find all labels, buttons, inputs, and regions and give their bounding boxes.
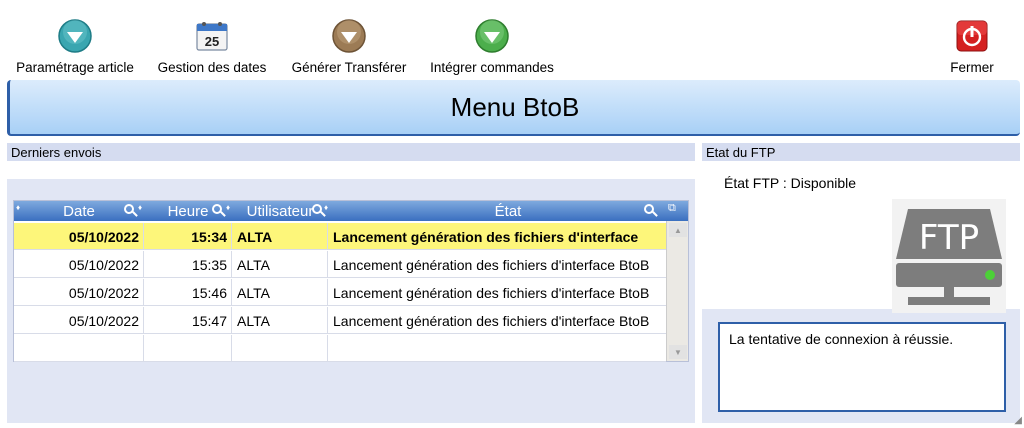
cell-heure: 15:47 bbox=[144, 307, 232, 334]
column-header-date[interactable]: ♦ Date ♦ bbox=[14, 201, 144, 221]
cell-date: 05/10/2022 bbox=[14, 223, 144, 250]
green-circle-chevron-icon bbox=[472, 16, 512, 56]
derniers-envois-panel: Derniers envois ♦ Date ♦ Heure ♦ Utilisa… bbox=[7, 143, 695, 423]
derniers-envois-title: Derniers envois bbox=[7, 143, 695, 161]
cell-utilisateur: ALTA bbox=[232, 307, 328, 334]
column-options-icon[interactable]: ⧉ bbox=[668, 202, 676, 215]
sort-icon[interactable]: ♦ bbox=[16, 203, 20, 212]
parametrage-article-button[interactable]: Paramétrage article bbox=[11, 16, 139, 75]
cell-etat: Lancement génération des fichiers d'inte… bbox=[333, 256, 650, 273]
generer-transferer-button[interactable]: Générer Transférer bbox=[288, 16, 410, 75]
page-title: Menu BtoB bbox=[450, 91, 580, 122]
integrer-commandes-button[interactable]: Intégrer commandes bbox=[426, 16, 558, 75]
cell-date: 05/10/2022 bbox=[14, 251, 144, 278]
gestion-des-dates-button[interactable]: 25 Gestion des dates bbox=[152, 16, 272, 75]
scroll-up-button[interactable]: ▲ bbox=[669, 223, 687, 237]
cell-utilisateur: ALTA bbox=[232, 279, 328, 306]
fermer-button[interactable]: Fermer bbox=[944, 16, 1000, 75]
fermer-label: Fermer bbox=[950, 60, 994, 75]
gestion-des-dates-label: Gestion des dates bbox=[157, 60, 267, 75]
column-header-heure[interactable]: Heure ♦ bbox=[144, 201, 232, 221]
calendar-icon: 25 bbox=[192, 16, 232, 56]
table-header: ♦ Date ♦ Heure ♦ Utilisateur ♦ État ⧉ bbox=[14, 201, 688, 221]
cell-etat: Lancement génération des fichiers d'inte… bbox=[333, 284, 650, 301]
table-row-empty[interactable] bbox=[14, 335, 666, 362]
table-row[interactable]: 05/10/2022 15:47 ALTA Lancement générati… bbox=[14, 307, 666, 334]
resize-grip-icon[interactable]: ◢ bbox=[1014, 415, 1022, 426]
cell-utilisateur: ALTA bbox=[232, 223, 328, 250]
generer-transferer-label: Générer Transférer bbox=[291, 60, 407, 75]
envois-table[interactable]: ♦ Date ♦ Heure ♦ Utilisateur ♦ État ⧉ 05… bbox=[13, 200, 689, 362]
connection-message-box: La tentative de connexion à réussie. bbox=[718, 322, 1006, 412]
calendar-day: 25 bbox=[205, 34, 219, 49]
cell-etat: Lancement génération des fichiers d'inte… bbox=[333, 312, 650, 329]
teal-circle-chevron-icon bbox=[55, 16, 95, 56]
power-icon bbox=[952, 16, 992, 56]
connection-message: La tentative de connexion à réussie. bbox=[729, 331, 954, 347]
cell-heure: 15:34 bbox=[144, 223, 232, 250]
sort-icon[interactable]: ♦ bbox=[138, 203, 142, 212]
search-icon[interactable] bbox=[124, 204, 134, 214]
parametrage-article-label: Paramétrage article bbox=[16, 60, 134, 75]
table-row[interactable]: 05/10/2022 15:46 ALTA Lancement générati… bbox=[14, 279, 666, 306]
cell-empty bbox=[144, 335, 232, 362]
table-row[interactable]: 05/10/2022 15:35 ALTA Lancement générati… bbox=[14, 251, 666, 278]
cell-etat: Lancement génération des fichiers d'inte… bbox=[333, 228, 639, 245]
cell-empty bbox=[232, 335, 328, 362]
table-row[interactable]: 05/10/2022 15:34 ALTA Lancement générati… bbox=[14, 223, 666, 250]
cell-empty bbox=[14, 335, 144, 362]
panel-spacer bbox=[7, 161, 695, 179]
cell-heure: 15:46 bbox=[144, 279, 232, 306]
cell-utilisateur: ALTA bbox=[232, 251, 328, 278]
cell-date: 05/10/2022 bbox=[14, 279, 144, 306]
search-icon[interactable] bbox=[212, 204, 222, 214]
vertical-scrollbar[interactable]: ▲ ▼ bbox=[666, 221, 688, 361]
ftp-status-area: État FTP : Disponible FTP bbox=[702, 161, 1020, 313]
scroll-down-button[interactable]: ▼ bbox=[669, 345, 687, 359]
brown-circle-chevron-icon bbox=[329, 16, 369, 56]
search-icon[interactable] bbox=[312, 204, 322, 214]
page-title-banner: Menu BtoB bbox=[7, 80, 1020, 136]
column-header-etat[interactable]: État ⧉ bbox=[328, 201, 688, 221]
ftp-server-icon: FTP bbox=[892, 199, 1006, 316]
etat-ftp-title: Etat du FTP bbox=[702, 143, 1020, 161]
etat-ftp-panel: Etat du FTP État FTP : Disponible FTP La… bbox=[702, 143, 1020, 423]
integrer-commandes-label: Intégrer commandes bbox=[430, 60, 554, 75]
toolbar: Paramétrage article 25 Gestion des dates… bbox=[0, 0, 1024, 80]
search-icon[interactable] bbox=[644, 204, 654, 214]
column-header-utilisateur[interactable]: Utilisateur ♦ bbox=[232, 201, 328, 221]
sort-icon[interactable]: ♦ bbox=[226, 203, 230, 212]
cell-date: 05/10/2022 bbox=[14, 307, 144, 334]
ftp-icon-text: FTP bbox=[919, 218, 979, 258]
cell-heure: 15:35 bbox=[144, 251, 232, 278]
ftp-status-text: État FTP : Disponible bbox=[724, 175, 857, 191]
